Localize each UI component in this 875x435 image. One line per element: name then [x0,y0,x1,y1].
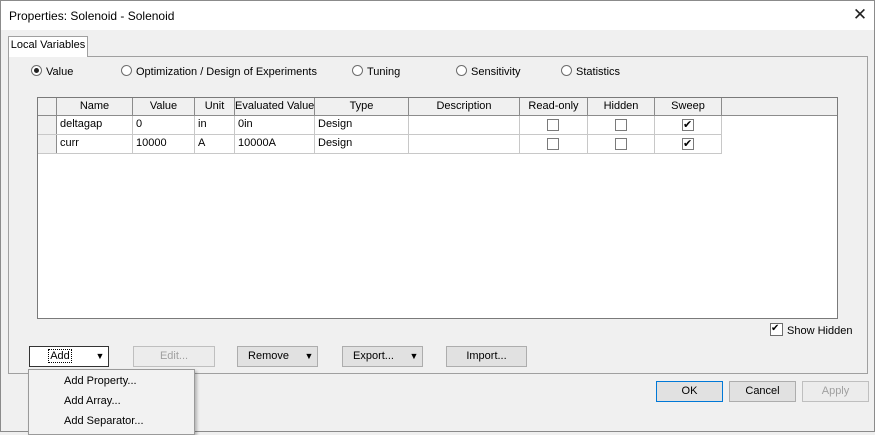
radio-icon[interactable] [561,65,572,76]
radio-sensitivity[interactable]: Sensitivity [456,65,521,79]
add-dropdown-menu: Add Property... Add Array... Add Separat… [28,369,195,435]
cell-sweep [655,135,722,153]
window-title: Properties: Solenoid - Solenoid [9,9,175,23]
radio-label: Tuning [367,66,401,78]
radio-label: Statistics [576,66,621,78]
export-button-label[interactable]: Export... [343,347,404,366]
cell-hidden [588,135,655,153]
radio-tuning[interactable]: Tuning [352,65,400,79]
column-header-description[interactable]: Description [409,98,520,115]
cell-read-only [520,135,588,153]
row-header[interactable] [38,135,57,153]
cell-value[interactable]: 0 [133,116,195,134]
hidden-checkbox[interactable] [615,119,627,131]
cell-type[interactable]: Design [315,135,409,153]
cell-type[interactable]: Design [315,116,409,134]
chevron-down-icon[interactable]: ▼ [299,347,319,366]
radio-icon[interactable] [456,65,467,76]
import-button[interactable]: Import... [446,346,527,367]
cell-read-only [520,116,588,134]
column-header-value[interactable]: Value [133,98,195,115]
column-header-evaluated-value[interactable]: Evaluated Value [235,98,315,115]
cell-hidden [588,116,655,134]
cell-description[interactable] [409,116,520,134]
variables-table[interactable]: Name Value Unit Evaluated Value Type Des… [37,97,838,319]
cell-name[interactable]: deltagap [57,116,133,134]
radio-label: Optimization / Design of Experiments [136,66,317,78]
cell-name[interactable]: curr [57,135,133,153]
menu-item-add-property[interactable]: Add Property... [64,372,137,390]
table-row[interactable]: deltagap 0 in 0in Design [38,116,722,135]
cell-value[interactable]: 10000 [133,135,195,153]
cell-evaluated-value: 10000A [235,135,315,153]
sweep-checkbox[interactable] [682,137,694,151]
radio-icon[interactable] [352,65,363,76]
tab-local-variables[interactable]: Local Variables [8,36,88,57]
menu-item-add-separator[interactable]: Add Separator... [64,412,144,430]
properties-dialog: Properties: Solenoid - Solenoid ✕ Local … [0,0,875,435]
radio-optimization[interactable]: Optimization / Design of Experiments [121,65,317,79]
column-header-sweep[interactable]: Sweep [655,98,722,115]
close-icon[interactable]: ✕ [846,1,874,30]
edit-button[interactable]: Edit... [133,346,215,367]
remove-button[interactable]: Remove ▼ [237,346,318,367]
hidden-checkbox[interactable] [615,138,627,150]
radio-icon[interactable] [31,65,42,76]
table-row[interactable]: curr 10000 A 10000A Design [38,135,722,154]
read-only-checkbox[interactable] [547,119,559,131]
radio-value[interactable]: Value [31,65,73,79]
cell-description[interactable] [409,135,520,153]
read-only-checkbox[interactable] [547,138,559,150]
export-button[interactable]: Export... ▼ [342,346,423,367]
cell-evaluated-value: 0in [235,116,315,134]
radio-label: Sensitivity [471,66,521,78]
menu-item-add-array[interactable]: Add Array... [64,392,121,410]
table-header: Name Value Unit Evaluated Value Type Des… [38,98,837,116]
radio-label: Value [46,66,74,78]
column-header-hidden[interactable]: Hidden [588,98,655,115]
sweep-checkbox[interactable] [682,118,694,132]
chevron-down-icon[interactable]: ▼ [90,347,110,366]
cell-sweep [655,116,722,134]
column-header-read-only[interactable]: Read-only [520,98,588,115]
show-hidden-label: Show Hidden [787,325,853,337]
column-header-unit[interactable]: Unit [195,98,235,115]
add-button-label[interactable]: Add [30,347,90,366]
ok-button[interactable]: OK [656,381,723,402]
cell-unit[interactable]: A [195,135,235,153]
show-hidden-toggle[interactable]: Show Hidden [770,322,853,337]
radio-icon[interactable] [121,65,132,76]
radio-statistics[interactable]: Statistics [561,65,620,79]
apply-button[interactable]: Apply [802,381,869,402]
title-bar: Properties: Solenoid - Solenoid ✕ [1,1,874,30]
corner-header [38,98,57,115]
column-header-type[interactable]: Type [315,98,409,115]
remove-button-label[interactable]: Remove [238,347,299,366]
cell-unit[interactable]: in [195,116,235,134]
cancel-button[interactable]: Cancel [729,381,796,402]
row-header[interactable] [38,116,57,134]
chevron-down-icon[interactable]: ▼ [404,347,424,366]
column-header-name[interactable]: Name [57,98,133,115]
add-button[interactable]: Add ▼ [29,346,109,367]
show-hidden-checkbox[interactable] [770,322,783,336]
